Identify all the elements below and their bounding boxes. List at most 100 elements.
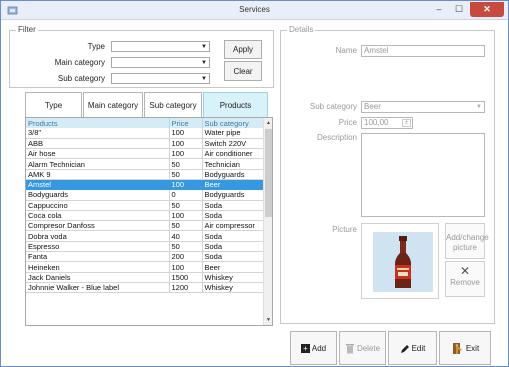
remove-label: Remove — [450, 278, 480, 287]
sub-category-detail-label: Sub category — [309, 102, 357, 111]
minimize-button[interactable]: – — [430, 2, 448, 17]
add-change-picture-label: Add/change picture — [446, 233, 489, 252]
edit-button[interactable]: Edit — [388, 331, 437, 365]
sub-category-cell: Whiskey — [202, 282, 265, 294]
price-cell: 50 — [169, 241, 203, 253]
type-combo[interactable]: ▼ — [111, 41, 210, 52]
table-row[interactable]: Compresor Danfoss 50 Air compressor — [26, 220, 265, 232]
remove-icon: ✕ — [459, 264, 471, 278]
product-name-cell: ABB — [26, 138, 170, 150]
tab-strip: Type Main category Sub category Products — [25, 92, 268, 117]
add-change-picture-button[interactable]: Add/change picture — [445, 223, 489, 259]
price-label: Price — [338, 118, 357, 127]
main-category-label: Main category — [54, 58, 105, 67]
table-row[interactable]: AMK 9 50 Bodyguards — [26, 169, 265, 180]
product-name-cell: Air hose — [26, 148, 170, 160]
exit-button[interactable]: Exit — [439, 331, 491, 365]
clear-button[interactable]: Clear — [224, 61, 262, 81]
table-row[interactable]: Alarm Technician 50 Technician — [26, 158, 265, 170]
table-row[interactable]: 3/8" 100 Water pipe — [26, 128, 265, 139]
sub-category-cell: Bodyguards — [202, 169, 265, 180]
price-cell: 200 — [169, 251, 203, 263]
tab-type[interactable]: Type — [25, 92, 82, 117]
exit-label: Exit — [465, 344, 480, 353]
table-row[interactable]: Coca cola 100 Soda — [26, 210, 265, 222]
products-grid[interactable]: Products Price Sub category 3/8" 100 Water… — [25, 117, 273, 326]
sub-category-combo[interactable]: ▼ — [111, 73, 210, 84]
sub-category-cell: Soda — [202, 200, 265, 211]
delete-button[interactable]: Delete — [339, 331, 386, 365]
table-row[interactable]: Jack Daniels 1500 Whiskey — [26, 272, 265, 283]
chevron-down-icon: ▼ — [476, 104, 482, 110]
maximize-button[interactable]: ☐ — [450, 2, 468, 17]
product-name-cell: Fanta — [26, 251, 170, 263]
price-cell: 100 — [169, 148, 203, 160]
picture-box — [361, 223, 439, 299]
product-name-cell: Cappuccino — [26, 200, 170, 211]
price-value: 100,00 — [364, 118, 389, 127]
products-table: Products Price Sub category 3/8" 100 Water… — [26, 118, 265, 294]
product-name-cell: Espresso — [26, 241, 170, 253]
pencil-icon — [400, 344, 409, 353]
table-row[interactable]: Fanta 200 Soda — [26, 251, 265, 263]
price-cell: 50 — [169, 169, 203, 180]
close-button[interactable]: ✕ — [470, 2, 504, 17]
tab-products[interactable]: Products — [203, 92, 268, 117]
table-row[interactable]: Dobra voda 40 Soda — [26, 230, 265, 242]
add-button[interactable]: + Add — [290, 331, 337, 365]
scroll-down-icon[interactable]: ▼ — [264, 315, 272, 325]
column-header-products[interactable]: Products — [26, 118, 170, 128]
price-cell: 1200 — [169, 282, 203, 294]
price-cell: 50 — [169, 158, 203, 170]
scroll-up-icon[interactable]: ▲ — [264, 118, 272, 128]
price-field[interactable]: 100,00 ± — [361, 117, 413, 129]
table-row[interactable]: Air hose 100 Air conditioner — [26, 148, 265, 160]
spinner-icon[interactable]: ± — [402, 119, 411, 127]
sub-category-cell: Soda — [202, 251, 265, 263]
title-bar: Services – ☐ ✕ — [1, 1, 508, 20]
sub-category-detail-combo[interactable]: Beer ▼ — [361, 101, 485, 113]
name-label: Name — [335, 46, 357, 55]
table-row[interactable]: Heineken 100 Beer — [26, 261, 265, 273]
type-label: Type — [87, 42, 105, 51]
scroll-thumb[interactable] — [265, 129, 272, 217]
sub-category-cell: Whiskey — [202, 272, 265, 283]
grid-scrollbar[interactable]: ▲ ▼ — [263, 118, 272, 325]
apply-button[interactable]: Apply — [224, 40, 262, 59]
table-row[interactable]: Espresso 50 Soda — [26, 241, 265, 253]
edit-label: Edit — [411, 344, 426, 353]
price-cell: 100 — [169, 128, 203, 139]
column-header-price[interactable]: Price — [169, 118, 203, 128]
grid-body: 3/8" 100 Water pipe ABB 100 Switch 220V Air ho… — [26, 128, 265, 294]
tab-main-category[interactable]: Main category — [83, 92, 143, 117]
sub-category-label: Sub category — [57, 74, 105, 83]
price-cell: 40 — [169, 230, 203, 242]
add-label: Add — [311, 344, 327, 353]
sub-category-cell: Soda — [202, 241, 265, 253]
table-row[interactable]: ABB 100 Switch 220V — [26, 138, 265, 150]
filter-legend: Filter — [16, 25, 38, 34]
sub-category-cell: Beer — [202, 179, 265, 191]
remove-picture-button[interactable]: ✕ Remove — [445, 261, 485, 297]
table-row[interactable]: Amstel 100 Beer — [26, 179, 265, 191]
price-cell: 100 — [169, 261, 203, 273]
sub-category-cell: Air conditioner — [202, 148, 265, 160]
description-label: Description — [316, 133, 357, 142]
column-header-sub-category[interactable]: Sub category — [202, 118, 265, 128]
details-legend: Details — [287, 25, 316, 34]
product-name-cell: Dobra voda — [26, 230, 170, 242]
table-row[interactable]: Bodyguards 0 Bodyguards — [26, 189, 265, 201]
price-cell: 1500 — [169, 272, 203, 283]
product-name-cell: AMK 9 — [26, 169, 170, 180]
chevron-down-icon: ▼ — [201, 76, 207, 82]
description-field[interactable] — [361, 133, 485, 217]
price-cell: 50 — [169, 200, 203, 211]
name-field[interactable]: Amstel — [361, 45, 485, 57]
table-row[interactable]: Cappuccino 50 Soda — [26, 200, 265, 211]
main-category-combo[interactable]: ▼ — [111, 57, 210, 68]
chevron-down-icon: ▼ — [201, 60, 207, 66]
sub-category-cell: Technician — [202, 158, 265, 170]
table-row[interactable]: Johnnie Walker - Blue label 1200 Whiskey — [26, 282, 265, 294]
sub-category-cell: Water pipe — [202, 128, 265, 139]
tab-sub-category[interactable]: Sub category — [144, 92, 202, 117]
